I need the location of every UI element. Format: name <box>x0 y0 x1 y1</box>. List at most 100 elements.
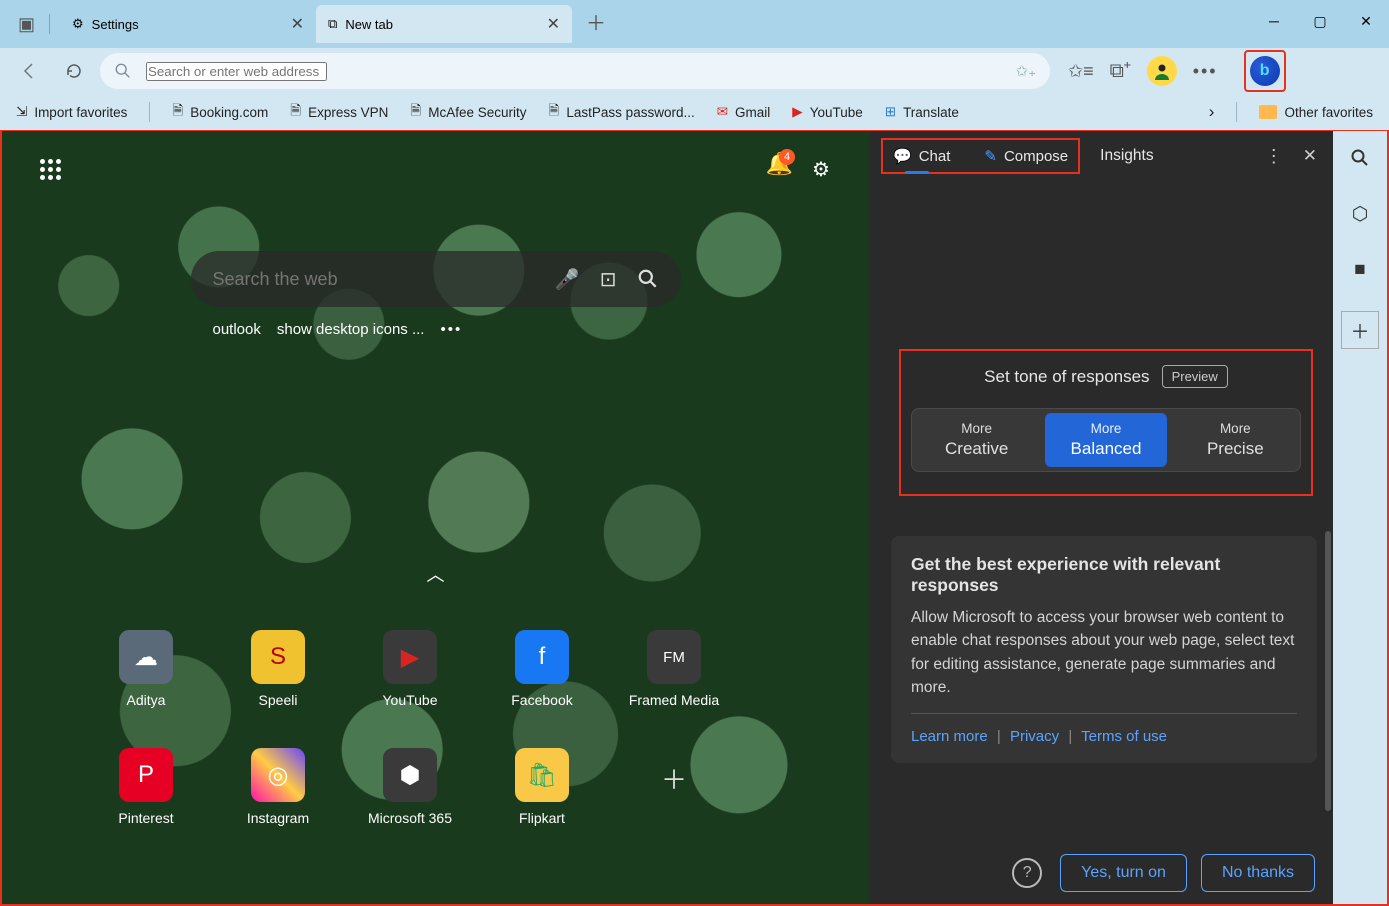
more-icon[interactable]: ••• <box>1193 61 1218 82</box>
bookmark-item[interactable]: ▶YouTube <box>792 104 862 120</box>
tone-selector: Set tone of responses Preview MoreCreati… <box>899 349 1313 496</box>
lens-icon[interactable]: ⊡ <box>600 267 617 292</box>
tab-settings[interactable]: ⚙ Settings ✕ <box>60 5 316 43</box>
avatar[interactable] <box>1147 56 1177 86</box>
tab-newtab[interactable]: ⧉ New tab ✕ <box>316 5 572 43</box>
other-favorites[interactable]: Other favorites <box>1259 105 1373 120</box>
page-icon: 🗎 <box>290 101 301 124</box>
back-button[interactable] <box>12 53 48 89</box>
newtab-button[interactable]: ＋ <box>580 5 612 37</box>
window-controls: ─ ▢ ✕ <box>1251 0 1389 42</box>
apps-grid-button[interactable] <box>32 151 68 187</box>
page-settings-button[interactable]: ⚙ <box>803 151 839 187</box>
chat-icon: 💬 <box>893 147 912 165</box>
bing-icon: b <box>1250 56 1280 86</box>
quick-link[interactable]: SSpeeli <box>214 630 342 730</box>
close-icon[interactable]: ✕ <box>291 14 304 34</box>
close-button[interactable]: ✕ <box>1343 0 1389 42</box>
new-tab-page: 🔔 4 ⚙ 🎤 ⊡ outlook show desktop ico <box>2 131 869 904</box>
search-icon <box>114 62 132 80</box>
promo-card: Get the best experience with relevant re… <box>891 536 1317 763</box>
newtab-icon: ⧉ <box>328 16 337 32</box>
expand-chevron-icon[interactable]: ︿ <box>427 561 445 587</box>
quick-link[interactable]: 🛍Flipkart <box>478 748 606 848</box>
sidepanel-tab-compose[interactable]: ✎ Compose <box>978 143 1074 169</box>
yes-turn-on-button[interactable]: Yes, turn on <box>1060 854 1187 892</box>
import-icon: ⇲ <box>16 104 27 120</box>
folder-icon <box>1259 105 1277 119</box>
add-quick-link[interactable]: ＋ <box>610 748 738 848</box>
hexagon-icon[interactable]: ⬡ <box>1345 199 1375 229</box>
promo-body: Allow Microsoft to access your browser w… <box>911 606 1297 699</box>
favorites-icon[interactable]: ✩≡ <box>1068 61 1094 82</box>
quick-link[interactable]: fFacebook <box>478 630 606 730</box>
close-icon[interactable]: ✕ <box>547 14 560 34</box>
microphone-icon[interactable]: 🎤 <box>555 267 580 292</box>
import-favorites[interactable]: ⇲ Import favorites <box>16 104 127 120</box>
scrollbar[interactable] <box>1325 531 1331 811</box>
gmail-icon: ✉ <box>717 104 728 120</box>
terms-link[interactable]: Terms of use <box>1081 728 1167 745</box>
help-icon[interactable]: ? <box>1012 858 1042 888</box>
bookmark-item[interactable]: 🗎McAfee Security <box>410 101 526 124</box>
preview-badge: Preview <box>1162 365 1228 388</box>
page-icon: 🗎 <box>549 101 560 124</box>
minimize-button[interactable]: ─ <box>1251 0 1297 42</box>
more-icon[interactable]: ⋮ <box>1265 146 1283 167</box>
tone-creative[interactable]: MoreCreative <box>916 413 1037 467</box>
star-plus-icon[interactable]: ✩₊ <box>1016 62 1037 80</box>
collections-icon[interactable]: ⧉⁺ <box>1110 60 1131 83</box>
quick-link[interactable]: PPinterest <box>82 748 210 848</box>
compose-icon: ✎ <box>984 147 997 165</box>
more-suggestions-icon[interactable]: ••• <box>440 321 462 338</box>
sidepanel-tab-insights[interactable]: Insights <box>1100 147 1153 165</box>
refresh-button[interactable] <box>56 53 92 89</box>
no-thanks-button[interactable]: No thanks <box>1201 854 1315 892</box>
quick-link[interactable]: FMFramed Media <box>610 630 738 730</box>
quick-link[interactable]: ☁Aditya <box>82 630 210 730</box>
tab-actions-icon[interactable]: ▣ <box>18 14 35 35</box>
bookmark-item[interactable]: ✉Gmail <box>717 104 771 120</box>
tone-balanced[interactable]: MoreBalanced <box>1045 413 1166 467</box>
bookmark-item[interactable]: 🗎Express VPN <box>290 101 388 124</box>
search-icon[interactable] <box>637 268 659 290</box>
maximize-button[interactable]: ▢ <box>1297 0 1343 42</box>
learn-more-link[interactable]: Learn more <box>911 728 988 745</box>
search-icon[interactable] <box>1345 143 1375 173</box>
tab-label: New tab <box>345 17 393 32</box>
suggestion-item[interactable]: show desktop icons ... <box>277 321 425 338</box>
page-icon: 🗎 <box>172 101 183 124</box>
bookmark-item[interactable]: 🗎Booking.com <box>172 101 268 124</box>
address-input[interactable] <box>146 62 327 81</box>
square-icon[interactable]: ■ <box>1345 255 1375 285</box>
notifications-button[interactable]: 🔔 4 <box>766 151 793 187</box>
bing-sidebar-button[interactable]: b <box>1244 50 1286 92</box>
bookmark-item[interactable]: ⊞Translate <box>885 104 959 120</box>
bookmarks-bar: ⇲ Import favorites 🗎Booking.com 🗎Express… <box>0 94 1389 130</box>
overflow-chevron-icon[interactable]: › <box>1209 102 1215 122</box>
tab-label: Settings <box>92 17 139 32</box>
page-icon: 🗎 <box>410 101 421 124</box>
close-icon[interactable]: ✕ <box>1303 146 1317 167</box>
promo-title: Get the best experience with relevant re… <box>911 554 1297 596</box>
right-sidebar: ⬡ ■ ＋ <box>1333 131 1387 904</box>
quick-links: ☁Aditya SSpeeli ▶YouTube fFacebook FMFra… <box>82 630 738 848</box>
notification-badge: 4 <box>779 149 795 165</box>
bing-side-panel: 💬 Chat ✎ Compose Insights ⋮ ✕ Set tone o… <box>869 131 1333 904</box>
tone-precise[interactable]: MorePrecise <box>1175 413 1296 467</box>
ntp-search-bar[interactable]: 🎤 ⊡ <box>191 251 681 307</box>
titlebar: ▣ ⚙ Settings ✕ ⧉ New tab ✕ ＋ ─ ▢ ✕ <box>0 0 1389 48</box>
toolbar: ✩₊ ✩≡ ⧉⁺ ••• b <box>0 48 1389 94</box>
bookmark-item[interactable]: 🗎LastPass password... <box>549 101 695 124</box>
gear-icon: ⚙ <box>72 16 84 32</box>
suggestion-item[interactable]: outlook <box>213 321 261 338</box>
quick-link[interactable]: ▶YouTube <box>346 630 474 730</box>
ntp-search-input[interactable] <box>213 269 541 290</box>
privacy-link[interactable]: Privacy <box>1010 728 1059 745</box>
quick-link[interactable]: ⬢Microsoft 365 <box>346 748 474 848</box>
quick-link[interactable]: ◎Instagram <box>214 748 342 848</box>
address-bar[interactable]: ✩₊ <box>100 53 1050 89</box>
add-sidebar-button[interactable]: ＋ <box>1341 311 1379 349</box>
sidepanel-tab-chat[interactable]: 💬 Chat <box>887 143 956 169</box>
translate-icon: ⊞ <box>885 104 896 120</box>
